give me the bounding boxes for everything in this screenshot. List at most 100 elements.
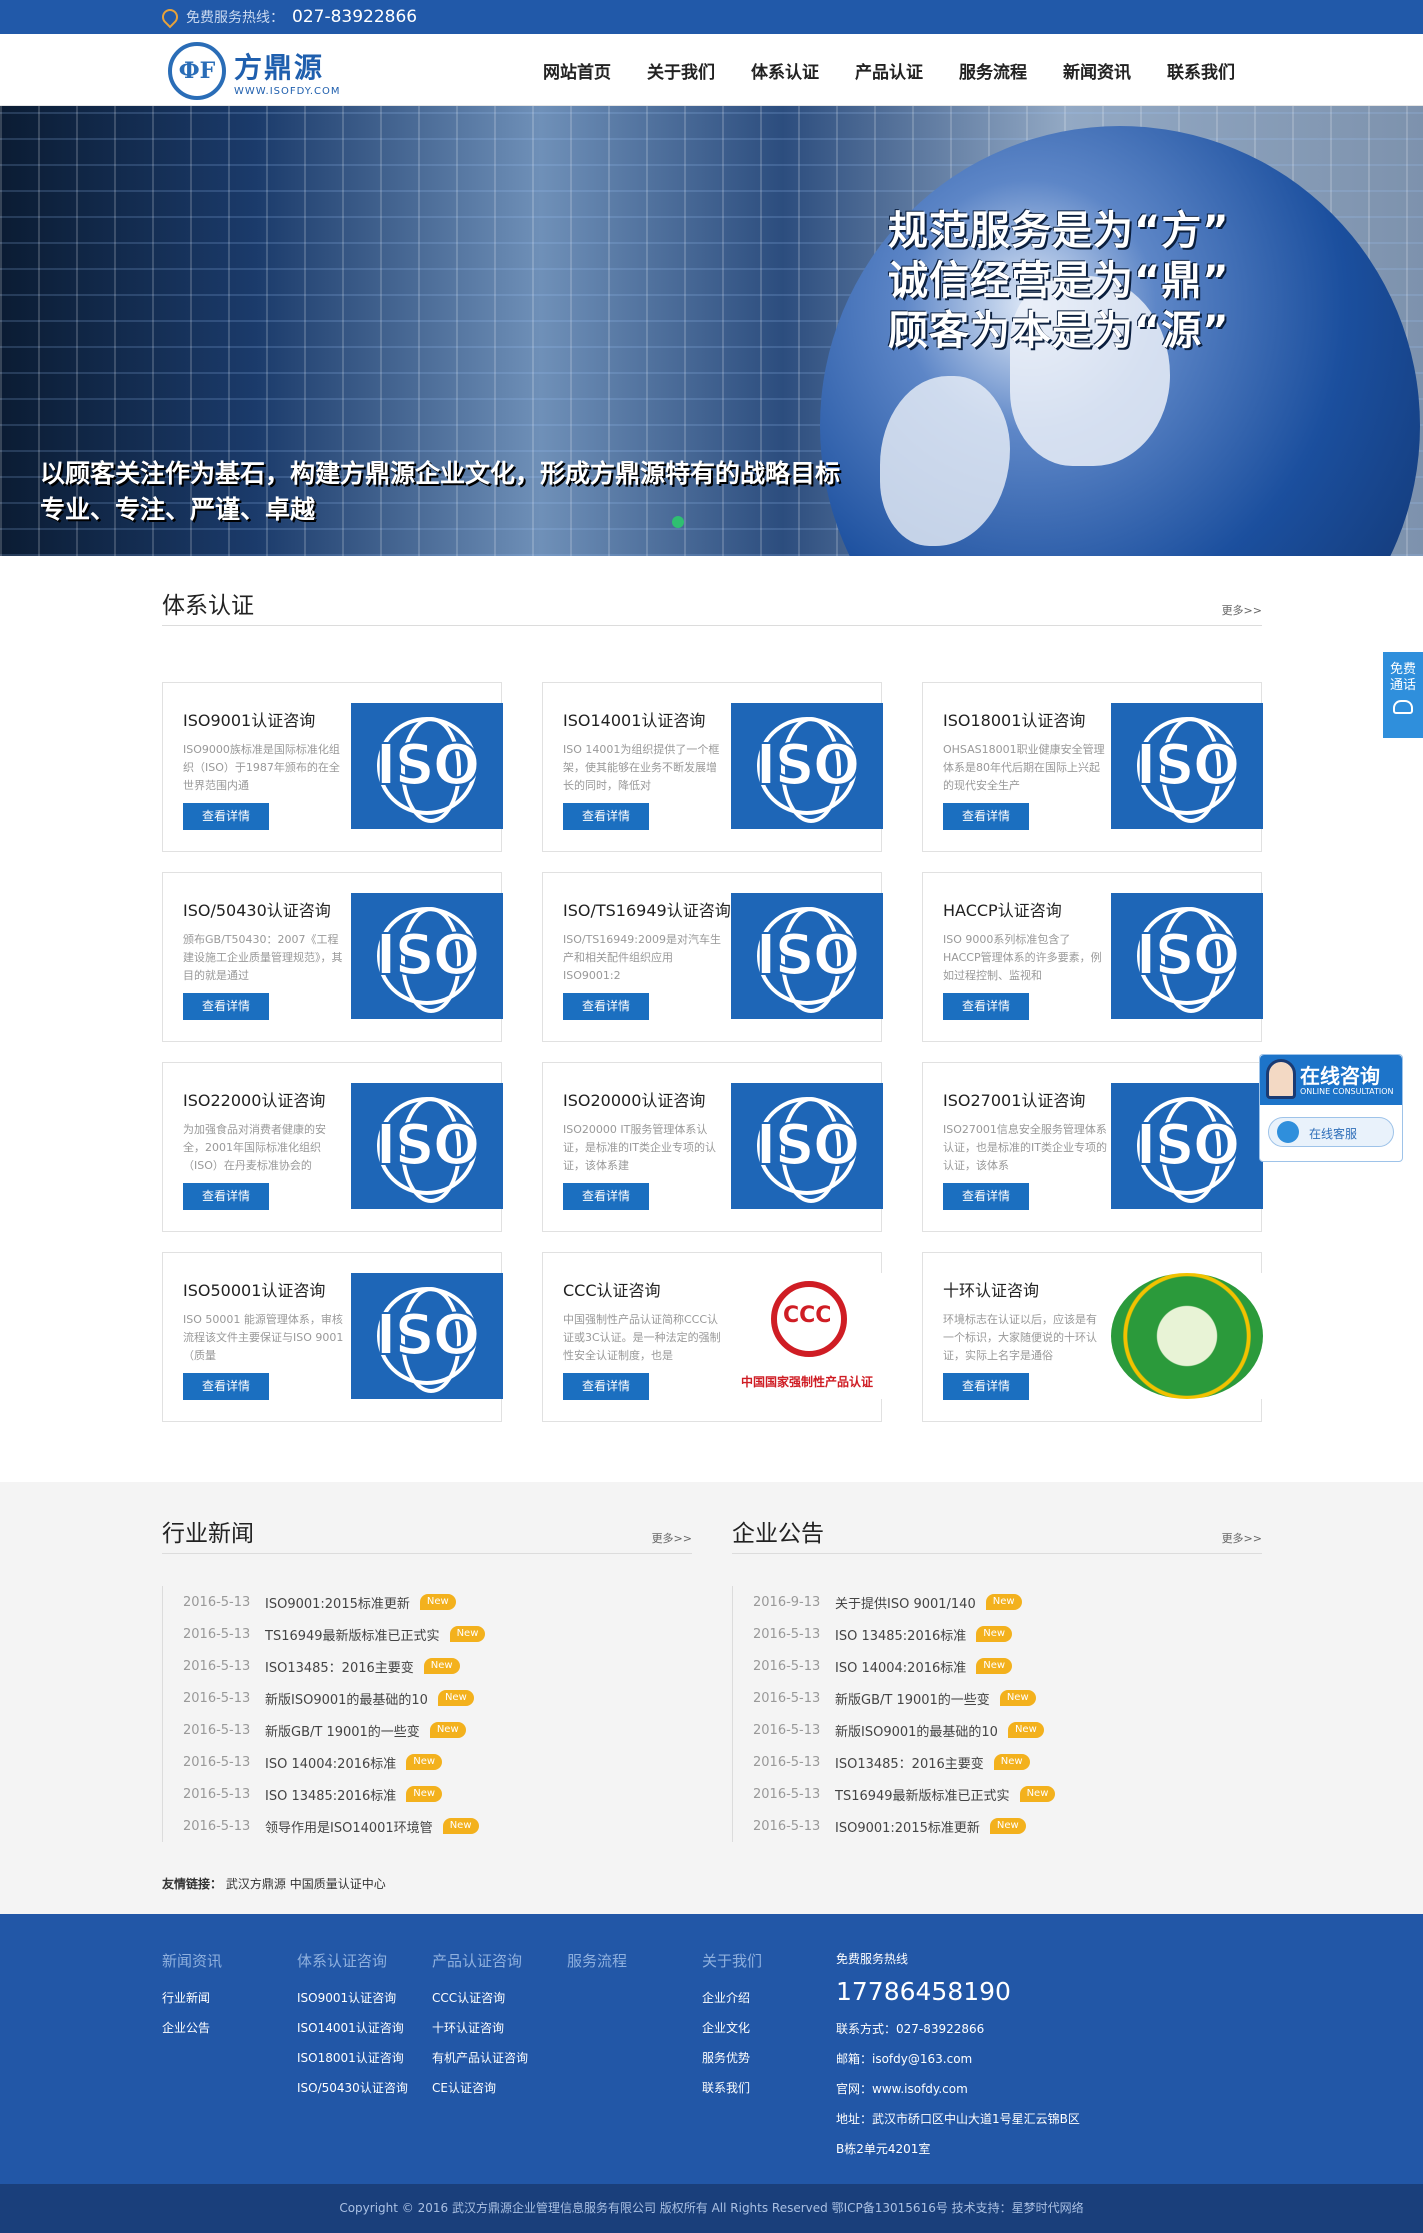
nav-product-cert[interactable]: 产品认证: [837, 58, 941, 83]
card-title[interactable]: ISO/TS16949认证咨询: [563, 897, 731, 921]
more-link[interactable]: 更多>>: [652, 1530, 692, 1546]
card-title[interactable]: ISO27001认证咨询: [943, 1087, 1085, 1111]
certification-card[interactable]: ISO9001认证咨询 ISO9000族标准是国际标准化组织（ISO）于1987年…: [162, 682, 503, 852]
more-link[interactable]: 更多>>: [1222, 1530, 1262, 1546]
carousel-dot[interactable]: [672, 516, 684, 528]
news-title[interactable]: ISO9001:2015标准更新: [835, 1817, 980, 1836]
news-item[interactable]: 2016-5-13 ISO 13485:2016标准 New: [163, 1778, 692, 1810]
news-title[interactable]: ISO 13485:2016标准: [265, 1785, 396, 1804]
footer-link[interactable]: 企业介绍: [702, 1983, 762, 2013]
news-item[interactable]: 2016-5-13 ISO 14004:2016标准 New: [163, 1746, 692, 1778]
news-title[interactable]: 新版GB/T 19001的一些变: [835, 1689, 990, 1708]
news-title[interactable]: 新版ISO9001的最基础的10: [265, 1689, 428, 1708]
view-details-button[interactable]: 查看详情: [183, 803, 269, 830]
footer-link[interactable]: 联系我们: [702, 2073, 762, 2103]
footer-link[interactable]: ISO/50430认证咨询: [297, 2073, 408, 2103]
card-title[interactable]: ISO/50430认证咨询: [183, 897, 331, 921]
view-details-button[interactable]: 查看详情: [183, 1373, 269, 1400]
certification-card[interactable]: ISO27001认证咨询 ISO27001信息安全服务管理体系认证，也是标准的IT…: [922, 1062, 1263, 1232]
footer-link[interactable]: 企业公告: [162, 2013, 222, 2043]
footer-link[interactable]: 十环认证咨询: [432, 2013, 528, 2043]
nav-contact[interactable]: 联系我们: [1149, 58, 1253, 83]
view-details-button[interactable]: 查看详情: [943, 993, 1029, 1020]
certification-card[interactable]: ISO/50430认证咨询 颁布GB/T50430：2007《工程建设施工企业质量…: [162, 872, 503, 1042]
card-title[interactable]: ISO22000认证咨询: [183, 1087, 325, 1111]
footer-link[interactable]: ISO18001认证咨询: [297, 2043, 408, 2073]
view-details-button[interactable]: 查看详情: [943, 1183, 1029, 1210]
news-title[interactable]: 新版GB/T 19001的一些变: [265, 1721, 420, 1740]
news-title[interactable]: TS16949最新版标准已正式实: [265, 1625, 440, 1644]
nav-home[interactable]: 网站首页: [525, 58, 629, 83]
footer-link[interactable]: 有机产品认证咨询: [432, 2043, 528, 2073]
footer-column-head[interactable]: 关于我们: [702, 1950, 762, 1971]
news-item[interactable]: 2016-5-13 TS16949最新版标准已正式实 New: [733, 1778, 1262, 1810]
friend-link[interactable]: 中国质量认证中心: [290, 1877, 386, 1891]
news-item[interactable]: 2016-5-13 ISO 14004:2016标准 New: [733, 1650, 1262, 1682]
card-title[interactable]: CCC认证咨询: [563, 1277, 661, 1301]
footer-link[interactable]: 行业新闻: [162, 1983, 222, 2013]
card-title[interactable]: ISO9001认证咨询: [183, 707, 315, 731]
certification-card[interactable]: ISO50001认证咨询 ISO 50001 能源管理体系，审核流程该文件主要保证…: [162, 1252, 503, 1422]
footer-link[interactable]: CCC认证咨询: [432, 1983, 528, 2013]
footer-link[interactable]: ISO14001认证咨询: [297, 2013, 408, 2043]
view-details-button[interactable]: 查看详情: [183, 1183, 269, 1210]
news-title[interactable]: ISO9001:2015标准更新: [265, 1593, 410, 1612]
nav-news[interactable]: 新闻资讯: [1045, 58, 1149, 83]
news-item[interactable]: 2016-5-13 新版ISO9001的最基础的10 New: [733, 1714, 1262, 1746]
view-details-button[interactable]: 查看详情: [943, 803, 1029, 830]
card-title[interactable]: 十环认证咨询: [943, 1277, 1039, 1301]
news-item[interactable]: 2016-5-13 领导作用是ISO14001环境管 New: [163, 1810, 692, 1842]
news-item[interactable]: 2016-5-13 ISO9001:2015标准更新 New: [733, 1810, 1262, 1842]
certification-card[interactable]: ISO20000认证咨询 ISO20000 IT服务管理体系认证，是标准的IT类企…: [542, 1062, 883, 1232]
footer-column-head[interactable]: 新闻资讯: [162, 1950, 222, 1971]
footer-link[interactable]: CE认证咨询: [432, 2073, 528, 2103]
view-details-button[interactable]: 查看详情: [563, 1373, 649, 1400]
footer-column-head[interactable]: 体系认证咨询: [297, 1950, 408, 1971]
certification-card[interactable]: ISO18001认证咨询 OHSAS18001职业健康安全管理体系是80年代后期在…: [922, 682, 1263, 852]
news-title[interactable]: ISO 14004:2016标准: [835, 1657, 966, 1676]
card-title[interactable]: HACCP认证咨询: [943, 897, 1062, 921]
certification-card[interactable]: CCC认证咨询 中国强制性产品认证简称CCC认证或3C认证。是一种法定的强制性安全…: [542, 1252, 883, 1422]
view-details-button[interactable]: 查看详情: [563, 803, 649, 830]
card-title[interactable]: ISO50001认证咨询: [183, 1277, 325, 1301]
card-title[interactable]: ISO14001认证咨询: [563, 707, 705, 731]
footer-link[interactable]: ISO9001认证咨询: [297, 1983, 408, 2013]
free-call-widget[interactable]: 免费通话: [1383, 652, 1423, 738]
certification-card[interactable]: ISO/TS16949认证咨询 ISO/TS16949:2009是对汽车生产和相关…: [542, 872, 883, 1042]
view-details-button[interactable]: 查看详情: [943, 1373, 1029, 1400]
footer-link[interactable]: 服务优势: [702, 2043, 762, 2073]
more-link[interactable]: 更多>>: [1222, 602, 1262, 618]
site-logo[interactable]: ФF 方鼎源 WWW.ISOFDY.COM: [168, 42, 341, 100]
news-item[interactable]: 2016-5-13 ISO9001:2015标准更新 New: [163, 1586, 692, 1618]
news-item[interactable]: 2016-5-13 ISO 13485:2016标准 New: [733, 1618, 1262, 1650]
certification-card[interactable]: ISO22000认证咨询 为加强食品对消费者健康的安全，2001年国际标准化组织（…: [162, 1062, 503, 1232]
news-item[interactable]: 2016-9-13 关于提供ISO 9001/140 New: [733, 1586, 1262, 1618]
news-title[interactable]: ISO13485：2016主要变: [265, 1657, 414, 1676]
card-title[interactable]: ISO18001认证咨询: [943, 707, 1085, 731]
news-title[interactable]: ISO13485：2016主要变: [835, 1753, 984, 1772]
news-item[interactable]: 2016-5-13 ISO13485：2016主要变 New: [163, 1650, 692, 1682]
footer-column-head[interactable]: 产品认证咨询: [432, 1950, 528, 1971]
card-title[interactable]: ISO20000认证咨询: [563, 1087, 705, 1111]
footer-link[interactable]: 企业文化: [702, 2013, 762, 2043]
nav-about[interactable]: 关于我们: [629, 58, 733, 83]
news-title[interactable]: 领导作用是ISO14001环境管: [265, 1817, 433, 1836]
news-title[interactable]: ISO 13485:2016标准: [835, 1625, 966, 1644]
news-title[interactable]: TS16949最新版标准已正式实: [835, 1785, 1010, 1804]
certification-card[interactable]: ISO14001认证咨询 ISO 14001为组织提供了一个框架，使其能够在业务不…: [542, 682, 883, 852]
nav-system-cert[interactable]: 体系认证: [733, 58, 837, 83]
news-item[interactable]: 2016-5-13 新版GB/T 19001的一些变 New: [733, 1682, 1262, 1714]
news-item[interactable]: 2016-5-13 新版GB/T 19001的一些变 New: [163, 1714, 692, 1746]
news-title[interactable]: 关于提供ISO 9001/140: [835, 1593, 976, 1612]
view-details-button[interactable]: 查看详情: [563, 1183, 649, 1210]
news-title[interactable]: 新版ISO9001的最基础的10: [835, 1721, 998, 1740]
certification-card[interactable]: HACCP认证咨询 ISO 9000系列标准包含了HACCP管理体系的许多要素，例…: [922, 872, 1263, 1042]
view-details-button[interactable]: 查看详情: [183, 993, 269, 1020]
news-item[interactable]: 2016-5-13 新版ISO9001的最基础的10 New: [163, 1682, 692, 1714]
footer-column-head[interactable]: 服务流程: [567, 1950, 627, 1971]
view-details-button[interactable]: 查看详情: [563, 993, 649, 1020]
online-service-button[interactable]: 在线客服: [1268, 1117, 1394, 1147]
friend-link[interactable]: 武汉方鼎源: [226, 1877, 286, 1891]
news-title[interactable]: ISO 14004:2016标准: [265, 1753, 396, 1772]
nav-service-flow[interactable]: 服务流程: [941, 58, 1045, 83]
